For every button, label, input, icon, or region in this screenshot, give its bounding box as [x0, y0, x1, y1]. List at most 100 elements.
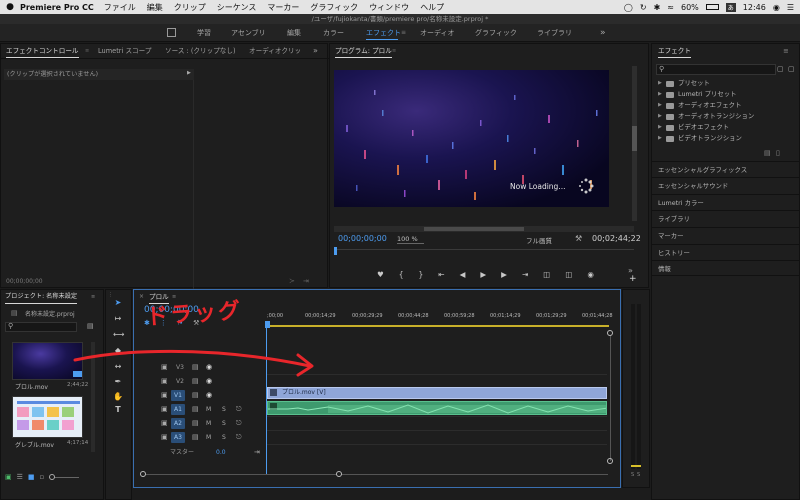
- mute-button[interactable]: M: [206, 417, 211, 430]
- track-target-a1[interactable]: A1: [171, 404, 185, 415]
- list-view-icon[interactable]: ☰: [17, 473, 23, 481]
- go-to-end-icon[interactable]: ⇥: [254, 446, 260, 459]
- menu-help[interactable]: ヘルプ: [420, 2, 444, 13]
- section-history[interactable]: ヒストリー: [652, 244, 799, 260]
- clock[interactable]: 12:46: [743, 3, 766, 12]
- effects-item-audio-effects[interactable]: ▶ オーディオエフェクト: [658, 100, 741, 111]
- effects-search-input[interactable]: ⚲: [656, 64, 776, 75]
- overwrite-icon[interactable]: ◫: [565, 270, 572, 279]
- hscroll-thumb[interactable]: [424, 227, 524, 231]
- lock-icon[interactable]: ▣: [5, 473, 12, 481]
- export-frame-icon[interactable]: ◉: [587, 270, 594, 279]
- panel-menu-icon[interactable]: ≡: [783, 44, 789, 58]
- menu-icon[interactable]: ≡: [401, 24, 406, 42]
- lock-icon[interactable]: ▣: [161, 417, 168, 430]
- scrollbar-thumb[interactable]: [632, 126, 637, 151]
- insert-icon[interactable]: ◫: [543, 270, 550, 279]
- monitor-hscroll[interactable]: [334, 226, 634, 232]
- wifi-icon[interactable]: ≈: [667, 3, 674, 12]
- icon-view-icon[interactable]: ■: [28, 473, 35, 481]
- workspace-learn[interactable]: 学習: [197, 24, 211, 42]
- workspace-graphics[interactable]: グラフィック: [475, 24, 517, 42]
- project-scrollbar[interactable]: [91, 342, 95, 452]
- zoom-slider[interactable]: [49, 473, 80, 480]
- effects-item-video-transitions[interactable]: ▶ ビデオトランジション: [658, 133, 742, 144]
- timeline-ruler[interactable]: ;00;00 00;00;14;29 00;00;29;29 00;00;44;…: [267, 303, 613, 327]
- marker-icon[interactable]: ♥: [377, 270, 384, 279]
- lock-icon[interactable]: ▣: [161, 431, 168, 444]
- bluetooth-icon[interactable]: ✱: [654, 3, 661, 12]
- workspace-edit[interactable]: 編集: [287, 24, 301, 42]
- mark-in-icon[interactable]: {: [399, 270, 404, 279]
- solo-right-button[interactable]: S: [637, 472, 640, 478]
- panel-menu-icon[interactable]: ≡: [91, 290, 95, 304]
- tab-audio-clip-mixer[interactable]: オーディオクリッ: [249, 44, 301, 58]
- clip-name[interactable]: グレブル.mov: [15, 440, 54, 449]
- sync-lock-icon[interactable]: ▤: [192, 431, 199, 444]
- mute-button[interactable]: M: [206, 403, 211, 416]
- slip-tool-icon[interactable]: ↔: [113, 362, 123, 372]
- lock-icon[interactable]: ▣: [161, 361, 168, 374]
- workspace-color[interactable]: カラー: [323, 24, 344, 42]
- battery-icon[interactable]: [705, 4, 719, 10]
- solo-button[interactable]: S: [222, 403, 226, 416]
- program-current-timecode[interactable]: 00;00;00;00: [338, 234, 387, 243]
- clip-thumbnail-web[interactable]: [12, 396, 83, 438]
- clip-thumbnail-purple[interactable]: [12, 342, 83, 380]
- new-bin-icon[interactable]: ▤: [87, 322, 94, 330]
- mic-icon[interactable]: ⎋: [236, 417, 242, 430]
- section-markers[interactable]: マーカー: [652, 227, 799, 243]
- track-target-v1[interactable]: V1: [171, 390, 185, 401]
- mic-icon[interactable]: ⎋: [236, 431, 242, 444]
- step-back-icon[interactable]: ◀: [460, 270, 466, 279]
- panel-menu-icon[interactable]: ≡: [392, 44, 396, 58]
- hscroll-handle-left[interactable]: [140, 471, 146, 477]
- more-tabs-icon[interactable]: »: [313, 44, 318, 58]
- status-icon[interactable]: ◯: [624, 3, 633, 12]
- effects-item-audio-transitions[interactable]: ▶ オーディオトランジション: [658, 111, 754, 122]
- panel-menu-icon[interactable]: ≡: [85, 44, 89, 58]
- sync-lock-icon[interactable]: ▤: [192, 417, 199, 430]
- vscroll-handle[interactable]: [607, 458, 613, 464]
- sync-lock-icon[interactable]: ▤: [192, 361, 199, 374]
- eye-icon[interactable]: ◉: [206, 375, 212, 388]
- mark-out-icon[interactable]: }: [419, 270, 424, 279]
- tab-effect-controls[interactable]: エフェクトコントロール: [6, 44, 79, 58]
- track-target-a3[interactable]: A3: [171, 432, 185, 443]
- menu-marker[interactable]: マーカー: [267, 2, 299, 13]
- solo-button[interactable]: S: [222, 417, 226, 430]
- hscroll-handle-right[interactable]: [336, 471, 342, 477]
- user-icon[interactable]: ◉: [773, 3, 780, 12]
- home-icon[interactable]: [167, 28, 176, 37]
- tab-lumetri-scopes[interactable]: Lumetri スコープ: [98, 44, 151, 58]
- apple-icon[interactable]: ●: [0, 2, 20, 12]
- sync-lock-icon[interactable]: ▤: [192, 375, 199, 388]
- go-to-out-icon[interactable]: ⇥: [522, 270, 528, 279]
- section-info[interactable]: 情報: [652, 260, 799, 276]
- workspace-libraries[interactable]: ライブラリ: [537, 24, 572, 42]
- selection-tool-icon[interactable]: ➤: [113, 298, 123, 308]
- expand-arrow-icon[interactable]: ▶: [658, 78, 666, 89]
- filter-icon[interactable]: ≻: [289, 277, 295, 285]
- playhead[interactable]: [334, 247, 337, 255]
- expand-arrow-icon[interactable]: ▶: [658, 133, 666, 144]
- delete-icon[interactable]: ▯: [776, 149, 780, 157]
- type-tool-icon[interactable]: T: [113, 405, 123, 415]
- monitor-scrollbar[interactable]: [632, 66, 637, 221]
- effects-item-lumetri-presets[interactable]: ▶ Lumetri プリセット: [658, 89, 737, 100]
- effects-item-presets[interactable]: ▶ プリセット: [658, 78, 710, 89]
- 32bit-effects-icon[interactable]: ▢: [788, 65, 795, 73]
- expand-arrow-icon[interactable]: ▶: [658, 89, 666, 100]
- vscroll-track[interactable]: [610, 336, 611, 461]
- accelerated-effects-icon[interactable]: ▢: [777, 65, 784, 73]
- play-arrow-icon[interactable]: ▶: [187, 70, 191, 76]
- eye-icon[interactable]: ◉: [206, 361, 212, 374]
- sync-lock-icon[interactable]: ▤: [192, 389, 199, 402]
- track-target-a2[interactable]: A2: [171, 418, 185, 429]
- monitor-ruler[interactable]: [334, 247, 634, 259]
- lock-icon[interactable]: ▣: [161, 403, 168, 416]
- sync-icon[interactable]: ↻: [640, 3, 647, 12]
- ripple-edit-tool-icon[interactable]: ⟷: [113, 330, 124, 340]
- expand-arrow-icon[interactable]: ▶: [658, 122, 666, 133]
- step-forward-icon[interactable]: ▶: [501, 270, 507, 279]
